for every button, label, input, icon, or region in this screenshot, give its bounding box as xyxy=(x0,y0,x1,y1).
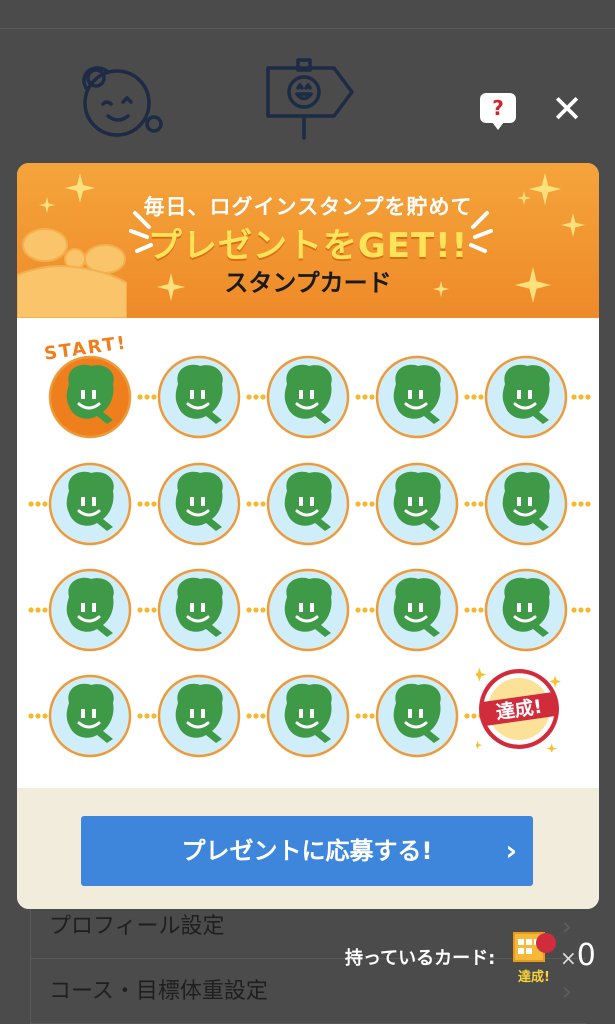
stamp-empty xyxy=(48,568,132,652)
connector-dots xyxy=(137,607,157,613)
menu-item-label: コース・目標体重設定 xyxy=(49,979,268,1004)
stamp-empty xyxy=(266,568,350,652)
stamp-empty xyxy=(157,462,241,546)
times-sign: × xyxy=(560,946,577,970)
achievement-card-icon: 達成! xyxy=(513,932,556,985)
divider xyxy=(0,28,615,29)
stamp-card-header: 毎日、ログインスタンプを貯めて プレゼントをGET!! スタンプカード xyxy=(17,163,599,318)
stamp-empty xyxy=(266,355,350,439)
stamp-empty xyxy=(266,674,350,758)
stamp-empty xyxy=(157,355,241,439)
stamp-grid: 達成! xyxy=(17,318,599,788)
stamp-empty xyxy=(484,462,568,546)
connector-dots xyxy=(137,501,157,507)
signpost-icon xyxy=(266,58,354,140)
baby-face-icon xyxy=(82,66,163,137)
stamp-empty xyxy=(375,462,459,546)
header-title: プレゼントをGET!! xyxy=(147,226,469,266)
chevron-right-icon: › xyxy=(505,834,517,867)
stamp-empty xyxy=(484,355,568,439)
stamp-collected xyxy=(48,355,132,439)
connector-dots xyxy=(355,713,375,719)
stamp-empty xyxy=(266,462,350,546)
help-button[interactable]: ? xyxy=(480,93,516,130)
apply-present-button[interactable]: プレゼントに応募する! › xyxy=(81,816,533,886)
connector-dots xyxy=(571,607,591,613)
menu-item-label: プロフィール設定 xyxy=(49,914,225,939)
stamp-card-footer: プレゼントに応募する! › xyxy=(17,788,599,909)
stamp-empty xyxy=(375,674,459,758)
apply-button-label: プレゼントに応募する! xyxy=(181,837,433,865)
settings-list: プロフィール設定 › コース・目標体重設定 › xyxy=(30,895,586,1024)
connector-dots xyxy=(464,394,484,400)
stamp-empty xyxy=(157,568,241,652)
connector-dots xyxy=(246,501,266,507)
connector-dots xyxy=(28,607,48,613)
stamp-card-modal: 毎日、ログインスタンプを貯めて プレゼントをGET!! スタンプカード 達成! … xyxy=(17,163,599,909)
connector-dots xyxy=(28,713,48,719)
stamp-empty xyxy=(157,674,241,758)
menu-item-course-goal[interactable]: コース・目標体重設定 › xyxy=(31,960,586,1024)
connector-dots xyxy=(28,501,48,507)
stamp-empty xyxy=(375,355,459,439)
connector-dots xyxy=(355,394,375,400)
stamp-card-title: スタンプカード xyxy=(224,269,392,297)
close-button[interactable]: ✕ xyxy=(548,90,586,128)
card-badge-text: 達成! xyxy=(518,969,550,985)
connector-dots xyxy=(137,713,157,719)
stamp-empty xyxy=(375,568,459,652)
owned-cards-label: 持っているカード: xyxy=(345,948,496,969)
stamp-empty xyxy=(48,462,132,546)
connector-dots xyxy=(246,713,266,719)
header-subtitle: 毎日、ログインスタンプを貯めて xyxy=(143,195,473,219)
connector-dots xyxy=(464,607,484,613)
connector-dots xyxy=(355,501,375,507)
connector-dots xyxy=(571,501,591,507)
stamp-empty xyxy=(484,568,568,652)
connector-dots xyxy=(246,607,266,613)
stamp-empty xyxy=(48,674,132,758)
connector-dots xyxy=(246,394,266,400)
connector-dots xyxy=(355,607,375,613)
connector-dots xyxy=(571,394,591,400)
goal-stamp: 達成! xyxy=(476,667,562,752)
connector-dots xyxy=(464,501,484,507)
connector-dots xyxy=(137,394,157,400)
owned-cards-count: ×0 xyxy=(560,938,596,973)
count-value: 0 xyxy=(576,938,596,973)
